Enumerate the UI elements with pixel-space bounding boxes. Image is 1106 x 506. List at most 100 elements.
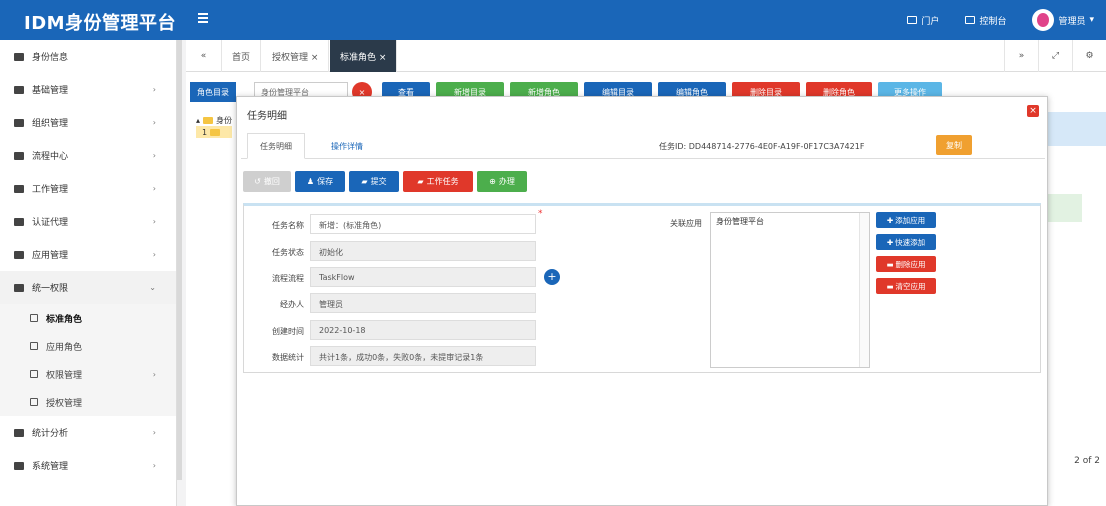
work-icon [14,184,24,193]
fullscreen-icon[interactable]: ⤢ [1038,40,1072,72]
tab-grant[interactable]: 授权管理 × [262,40,330,72]
caret-down-icon: ▾ [1089,15,1094,25]
chevron-right-icon: › [152,370,156,379]
tree-node-child[interactable]: 1 [196,126,233,138]
task-name-input[interactable]: 新增：(标准角色) [310,214,536,234]
chevron-right-icon: › [152,85,156,94]
submit-button[interactable]: ▰ 提交 [349,171,399,192]
sidebar-item-system[interactable]: 系统管理 › [0,449,176,482]
folder-icon: ▰ [361,177,368,186]
sidebar-sub-app-role[interactable]: 应用角色 [0,332,176,360]
workbench-label: 控制台 [979,16,1007,27]
button-label: 撤回 [263,177,280,186]
task-id-label: 任务ID: [659,142,687,151]
sidebar-scrollbar[interactable] [177,40,182,480]
button-label: 快速添加 [895,237,926,247]
close-icon[interactable]: × [1027,105,1039,117]
button-label: 工作任务 [426,177,459,186]
modal-title: 任务明细 [247,111,287,122]
created-time-field: 2022-10-18 [310,320,536,340]
minus-icon: ▬ [886,281,894,291]
sidebar-item-basic[interactable]: 基础管理 › [0,73,176,106]
task-status-field: 初始化 [310,241,536,261]
sidebar-item-flow[interactable]: 流程中心 › [0,139,176,172]
sidebar-item-stats[interactable]: 统计分析 › [0,416,176,449]
field-label: 任务状态 [272,248,304,257]
sidebar-item-identity[interactable]: 身份信息 [0,40,176,73]
sidebar-item-label: 认证代理 [32,218,69,228]
sidebar-item-permissions[interactable]: 统一权限 ⌄ [0,271,176,304]
selected-row-highlight [1046,112,1106,146]
tab-scroll-right-icon[interactable]: » [1004,40,1038,72]
user-name: 管理员 [1058,16,1086,27]
withdraw-button[interactable]: ↺ 撤回 [243,171,291,192]
portal-link[interactable]: 门户 [907,14,939,27]
chevron-right-icon: › [152,250,156,259]
minus-icon: ▬ [886,259,894,269]
sidebar-sub-label: 权限管理 [46,370,83,381]
sidebar-sub-label: 授权管理 [46,398,83,409]
copy-button[interactable]: 复制 [936,135,972,155]
sidebar-item-label: 基础管理 [32,86,69,96]
list-scrollbar[interactable] [859,213,869,367]
button-label: 办理 [498,177,515,186]
delete-app-button[interactable]: ▬ 删除应用 [876,256,936,272]
task-form: 任务名称 新增：(标准角色) * 任务状态 初始化 流程流程 TaskFlow … [243,203,1041,373]
role-icon [30,314,38,322]
sidebar-item-org[interactable]: 组织管理 › [0,106,176,139]
handle-button[interactable]: ⊕ 办理 [477,171,527,192]
basic-icon [14,85,24,94]
tab-home[interactable]: 首页 [222,40,262,72]
add-app-button[interactable]: ✚ 添加应用 [876,212,936,228]
avatar [1032,9,1055,31]
add-circle-icon[interactable]: + [544,269,560,285]
user-icon: ♟ [306,177,315,186]
tab-scroll-left-icon[interactable]: « [186,40,222,72]
folder-icon [210,128,221,136]
plus-icon: ✚ [886,237,894,247]
app-list[interactable]: 身份管理平台 [710,212,870,368]
tree-node-root[interactable]: ▴ 身份 [196,114,232,126]
sidebar-item-label: 流程中心 [32,152,69,162]
sidebar-sub-standard-role[interactable]: 标准角色 [0,304,176,332]
tree-expand-icon[interactable]: ▴ [196,116,200,125]
tab-standard-role[interactable]: 标准角色 × [330,40,398,72]
workbench-link[interactable]: 控制台 [965,14,1006,27]
top-navbar: IDM身份管理平台 门户 控制台 管理员 ▾ [0,0,1106,40]
sidebar-sub-label: 标准角色 [46,314,83,325]
clear-apps-button[interactable]: ▬ 清空应用 [876,278,936,294]
field-label: 创建时间 [272,327,304,336]
flow-icon [14,151,24,160]
sidebar-item-label: 统一权限 [32,284,69,294]
sidebar-item-label: 身份信息 [32,53,69,63]
tab-task-detail[interactable]: 任务明细 [247,133,305,159]
tree-node-label: 1 [202,127,208,137]
chevron-down-icon: ⌄ [149,283,156,292]
tab-label: 授权管理 × [272,52,319,63]
sidebar-item-apps[interactable]: 应用管理 › [0,238,176,271]
quick-add-button[interactable]: ✚ 快速添加 [876,234,936,250]
grant-icon [30,398,38,406]
sidebar-sub-grant[interactable]: 授权管理 [0,388,176,416]
user-menu[interactable]: 管理员 ▾ [1032,9,1094,31]
tab-operation-detail[interactable]: 操作详情 [319,133,375,159]
chevron-right-icon: › [152,151,156,160]
work-task-button[interactable]: ▰ 工作任务 [403,171,473,192]
apps-icon [14,250,24,259]
org-icon [14,118,24,127]
sidebar-item-auth-proxy[interactable]: 认证代理 › [0,205,176,238]
sidebar-item-work[interactable]: 工作管理 › [0,172,176,205]
button-label: 保存 [317,177,334,186]
row-highlight-green [1046,194,1082,222]
sidebar-item-label: 工作管理 [32,185,69,195]
chevron-right-icon: › [152,184,156,193]
app-title: IDM身份管理平台 [24,13,177,34]
sidebar-item-label: 系统管理 [32,462,69,472]
list-item[interactable]: 身份管理平台 [716,216,864,227]
save-button[interactable]: ♟ 保存 [295,171,345,192]
menu-toggle-icon[interactable] [198,13,208,23]
portal-label: 门户 [921,16,940,27]
sidebar-sub-permission[interactable]: 权限管理 › [0,360,176,388]
tab-options-icon[interactable]: ⚙ [1072,40,1106,72]
monitor-icon [965,16,976,24]
